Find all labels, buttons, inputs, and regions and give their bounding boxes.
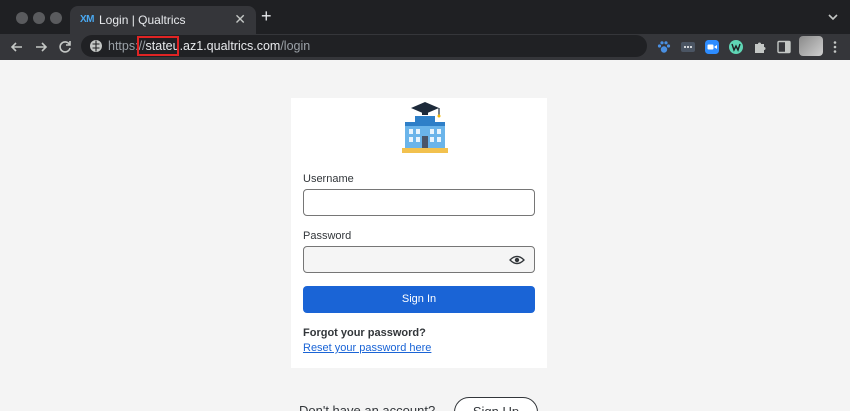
reset-password-link[interactable]: Reset your password here bbox=[303, 342, 431, 354]
password-label: Password bbox=[303, 230, 352, 242]
browser-toolbar: https://stateu.az1.qualtrics.com/login bbox=[0, 34, 850, 60]
site-info-icon[interactable] bbox=[89, 39, 103, 53]
maximize-window-button[interactable] bbox=[50, 12, 62, 24]
username-input[interactable] bbox=[303, 189, 535, 216]
login-card: Username Password Sign In Forgot your pa… bbox=[291, 98, 547, 368]
minimize-window-button[interactable] bbox=[33, 12, 45, 24]
dashlane-icon[interactable] bbox=[680, 39, 696, 55]
close-window-button[interactable] bbox=[16, 12, 28, 24]
url-subdomain-highlight bbox=[137, 36, 179, 56]
forgot-password-heading: Forgot your password? bbox=[303, 327, 426, 339]
reload-icon[interactable] bbox=[56, 38, 74, 56]
kebab-menu-icon[interactable] bbox=[827, 39, 843, 55]
tab-search-chevron-icon[interactable] bbox=[826, 10, 840, 24]
password-input[interactable] bbox=[303, 246, 535, 273]
zoom-icon[interactable] bbox=[704, 39, 720, 55]
university-building-icon bbox=[402, 102, 448, 153]
username-label: Username bbox=[303, 173, 354, 185]
no-account-text: Don't have an account? bbox=[299, 403, 436, 411]
new-tab-button[interactable]: + bbox=[261, 7, 272, 25]
tab-title: Login | Qualtrics bbox=[99, 13, 186, 27]
puzzle-icon[interactable] bbox=[752, 39, 768, 55]
sign-in-button[interactable]: Sign In bbox=[303, 286, 535, 313]
url-path: /login bbox=[280, 39, 311, 53]
paw-extension-icon[interactable] bbox=[656, 39, 672, 55]
close-tab-icon[interactable]: ✕ bbox=[234, 11, 246, 28]
sign-up-button[interactable]: Sign Up bbox=[454, 397, 538, 411]
w-extension-icon[interactable] bbox=[728, 39, 744, 55]
show-password-eye-icon[interactable] bbox=[509, 254, 525, 266]
sidebar-icon[interactable] bbox=[776, 39, 792, 55]
browser-tab-active[interactable]: XM Login | Qualtrics ✕ bbox=[70, 6, 256, 34]
profile-avatar[interactable] bbox=[799, 36, 823, 56]
back-arrow-icon[interactable] bbox=[8, 38, 26, 56]
forward-arrow-icon[interactable] bbox=[32, 38, 50, 56]
qualtrics-favicon-icon: XM bbox=[80, 14, 95, 25]
browser-tab-strip: XM Login | Qualtrics ✕ + bbox=[0, 0, 850, 34]
